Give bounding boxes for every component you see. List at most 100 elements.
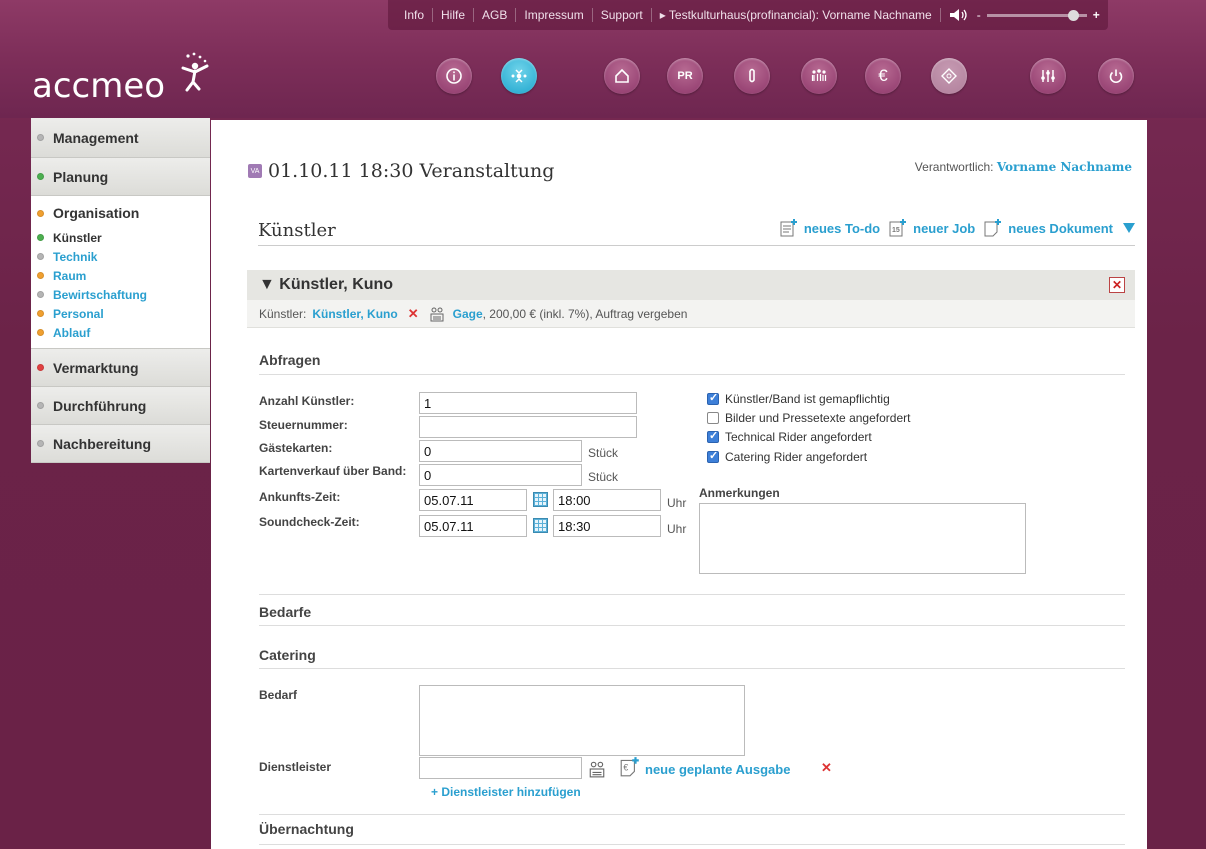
volume-control[interactable]: - + xyxy=(949,8,1100,22)
bedarf-textarea[interactable] xyxy=(419,685,745,756)
checkbox-box[interactable] xyxy=(707,449,719,463)
status-dot xyxy=(37,440,44,447)
checkbox-presse[interactable]: Bilder und Pressetexte angefordert xyxy=(707,411,910,425)
sidebar-sub-raum[interactable]: Raum xyxy=(37,266,210,285)
people-module-button[interactable] xyxy=(801,58,837,94)
new-todo-label: neues To-do xyxy=(803,220,881,236)
status-dot xyxy=(37,364,44,371)
sidebar-sub-kuenstler[interactable]: Künstler xyxy=(37,228,210,247)
link-support[interactable]: Support xyxy=(593,8,652,22)
volume-slider[interactable] xyxy=(986,9,1087,21)
volume-minus[interactable]: - xyxy=(977,8,981,22)
sidebar-item-vermarktung[interactable]: Vermarktung xyxy=(31,349,210,387)
new-job-label: neuer Job xyxy=(913,220,976,236)
pr-module-button[interactable]: PR xyxy=(667,58,703,94)
settings-module-button[interactable] xyxy=(1030,58,1066,94)
link-hilfe[interactable]: Hilfe xyxy=(433,8,475,22)
ankunft-time-input[interactable]: 18:00 xyxy=(553,489,661,511)
checkbox-box[interactable] xyxy=(707,412,719,424)
link-agb[interactable]: AGB xyxy=(474,8,517,22)
sidebar-sub-ablauf[interactable]: Ablauf xyxy=(37,323,210,342)
checkbox-box[interactable] xyxy=(707,429,719,443)
remove-dienstleister-icon[interactable]: ✕ xyxy=(821,760,832,776)
bedarf-label: Bedarf xyxy=(259,688,298,702)
responsible-name[interactable]: Vorname Nachname xyxy=(997,160,1132,174)
new-expense-icon[interactable]: € xyxy=(619,756,641,778)
dienstleister-input[interactable] xyxy=(419,757,582,779)
new-document-icon xyxy=(984,219,1002,237)
soundcheck-time-input[interactable]: 18:30 xyxy=(553,515,661,537)
contacts-icon[interactable] xyxy=(429,306,445,322)
verkauf-label: Kartenverkauf über Band: xyxy=(259,464,407,478)
new-planned-expense-link[interactable]: neue geplante Ausgabe xyxy=(645,762,790,777)
finance-module-button[interactable]: € xyxy=(865,58,901,94)
calendar-icon[interactable] xyxy=(533,492,548,507)
logout-button[interactable] xyxy=(1098,58,1134,94)
people-icon xyxy=(811,69,827,81)
sidebar-sub-label: Personal xyxy=(53,306,104,321)
catering-heading: Catering xyxy=(259,647,316,663)
account-switcher[interactable]: ▸ Testkulturhaus(profinancial): Vorname … xyxy=(652,8,941,22)
checkbox-label: Technical Rider angefordert xyxy=(725,430,872,444)
sidebar-sub-technik[interactable]: Technik xyxy=(37,247,210,266)
top-links: Info Hilfe AGB Impressum Support ▸ Testk… xyxy=(388,0,1108,30)
gaeste-input[interactable]: 0 xyxy=(419,440,582,462)
puzzle-icon xyxy=(941,68,957,84)
status-dot xyxy=(37,209,44,217)
checkbox-label: Künstler/Band ist gemapflichtig xyxy=(725,392,890,406)
puzzle-module-button[interactable] xyxy=(931,58,967,94)
sidebar-sub-bewirtschaftung[interactable]: Bewirtschaftung xyxy=(37,285,210,304)
new-job-button[interactable]: 15 neuer Job xyxy=(888,218,975,238)
attachment-module-button[interactable] xyxy=(734,58,770,94)
new-todo-icon xyxy=(780,219,797,237)
anmerkungen-textarea[interactable] xyxy=(699,503,1026,574)
artist-card-title: ▼ Künstler, Kuno xyxy=(259,276,394,293)
bedarfe-heading: Bedarfe xyxy=(259,604,312,620)
artist-link[interactable]: Künstler, Kuno xyxy=(312,307,397,321)
anzahl-input[interactable]: 1 xyxy=(419,392,637,414)
status-dot xyxy=(37,310,44,317)
status-dot xyxy=(37,291,44,298)
more-actions-dropdown[interactable] xyxy=(1123,223,1135,233)
volume-knob[interactable] xyxy=(1067,9,1079,21)
sidebar-item-durchfuehrung[interactable]: Durchführung xyxy=(31,387,210,425)
main-panel: VA 01.10.11 18:30 Veranstaltung Verantwo… xyxy=(211,120,1147,849)
organisation-module-button[interactable] xyxy=(501,58,537,94)
gage-link[interactable]: Gage xyxy=(453,307,483,321)
checkbox-box[interactable] xyxy=(707,391,719,405)
close-card-button[interactable]: ✕ xyxy=(1109,277,1125,293)
steuer-input[interactable] xyxy=(419,416,637,438)
svg-text:€: € xyxy=(623,762,628,772)
ankunft-date-input[interactable]: 05.07.11 xyxy=(419,489,527,511)
sidebar-item-nachbereitung[interactable]: Nachbereitung xyxy=(31,425,210,463)
responsible-label: Verantwortlich: xyxy=(914,160,994,174)
anmerkungen-label: Anmerkungen xyxy=(699,486,780,500)
sidebar-sub-personal[interactable]: Personal xyxy=(37,304,210,323)
abfragen-heading: Abfragen xyxy=(259,352,321,368)
remove-artist-icon[interactable]: ✕ xyxy=(408,306,419,322)
contacts-icon[interactable] xyxy=(588,760,606,778)
section-actions: neues To-do 15 neuer Job neues Dokument xyxy=(771,218,1135,238)
calendar-icon[interactable] xyxy=(533,518,548,533)
checkbox-technical-rider[interactable]: Technical Rider angefordert xyxy=(707,429,872,444)
sidebar-item-label: Nachbereitung xyxy=(53,435,152,452)
sidebar-item-label: Organisation xyxy=(53,205,140,221)
home-module-button[interactable] xyxy=(604,58,640,94)
info-module-button[interactable] xyxy=(436,58,472,94)
link-info[interactable]: Info xyxy=(396,8,434,22)
sidebar-item-organisation[interactable]: Organisation xyxy=(37,202,210,224)
checkbox-catering-rider[interactable]: Catering Rider angefordert xyxy=(707,449,867,464)
soundcheck-date-input[interactable]: 05.07.11 xyxy=(419,515,527,537)
sidebar-item-planung[interactable]: Planung xyxy=(31,158,210,196)
add-dienstleister-link[interactable]: + Dienstleister hinzufügen xyxy=(431,785,581,799)
volume-plus[interactable]: + xyxy=(1093,8,1100,22)
artist-card-header[interactable]: ▼ Künstler, Kuno ✕ xyxy=(247,270,1135,300)
link-impressum[interactable]: Impressum xyxy=(516,8,593,22)
new-document-button[interactable]: neues Dokument xyxy=(983,218,1113,238)
new-todo-button[interactable]: neues To-do xyxy=(779,218,880,238)
status-dot xyxy=(37,402,44,409)
sidebar-item-label: Vermarktung xyxy=(53,359,139,376)
checkbox-gema[interactable]: Künstler/Band ist gemapflichtig xyxy=(707,391,890,406)
sidebar-item-management[interactable]: Management xyxy=(31,118,210,158)
verkauf-input[interactable]: 0 xyxy=(419,464,582,486)
